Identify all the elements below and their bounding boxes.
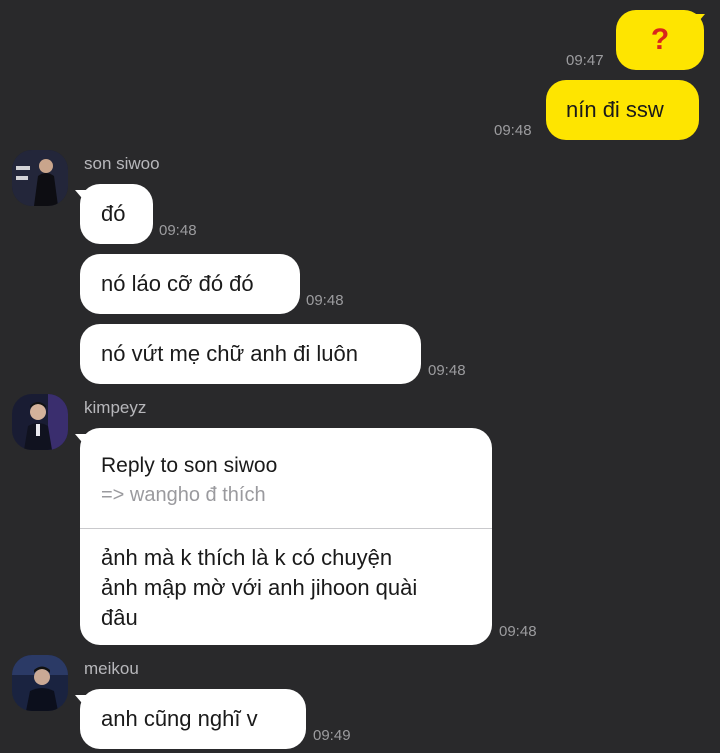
outgoing-message-bubble[interactable]: nín đi ssw: [546, 80, 699, 140]
message-text: nó vứt mẹ chữ anh đi luôn: [101, 341, 358, 366]
message-timestamp: 09:48: [159, 222, 197, 239]
message-text: anh cũng nghĩ v: [101, 706, 258, 731]
message-timestamp: 09:48: [428, 362, 466, 379]
reply-message-bubble[interactable]: Reply to son siwoo => wangho đ thích ảnh…: [80, 428, 492, 645]
message-timestamp: 09:48: [499, 623, 537, 640]
message-text-line: ảnh mập mờ với anh jihoon quài: [101, 575, 418, 600]
message-timestamp: 09:48: [494, 122, 532, 139]
avatar[interactable]: [12, 150, 68, 206]
avatar[interactable]: [12, 394, 68, 450]
avatar[interactable]: [12, 655, 68, 711]
message-text: nín đi ssw: [566, 97, 664, 122]
message-text: ?: [650, 23, 670, 56]
message-text: đó: [101, 201, 126, 226]
reply-heading: Reply to son siwoo: [101, 454, 278, 477]
profile-photo-icon: [12, 655, 68, 711]
reply-quote: => wangho đ thích: [101, 484, 266, 506]
message-timestamp: 09:49: [313, 727, 351, 744]
sender-name: son siwoo: [84, 154, 160, 173]
message-text-line: đâu: [101, 605, 138, 630]
bubble-tail: [693, 14, 705, 28]
incoming-message-bubble[interactable]: nó vứt mẹ chữ anh đi luôn: [80, 324, 421, 384]
incoming-message-bubble[interactable]: anh cũng nghĩ v: [80, 689, 306, 749]
incoming-message-bubble[interactable]: đó: [80, 184, 153, 244]
message-timestamp: 09:48: [306, 292, 344, 309]
profile-photo-icon: [12, 394, 68, 450]
profile-photo-icon: [12, 150, 68, 206]
sender-name: meikou: [84, 659, 139, 678]
outgoing-message-bubble[interactable]: ?: [616, 10, 704, 70]
message-timestamp: 09:47: [566, 52, 604, 69]
divider: [80, 528, 492, 529]
message-text-line: ảnh mà k thích là k có chuyện: [101, 545, 393, 570]
message-text: nó láo cỡ đó đó: [101, 271, 254, 296]
sender-name: kimpeyz: [84, 398, 147, 417]
incoming-message-bubble[interactable]: nó láo cỡ đó đó: [80, 254, 300, 314]
